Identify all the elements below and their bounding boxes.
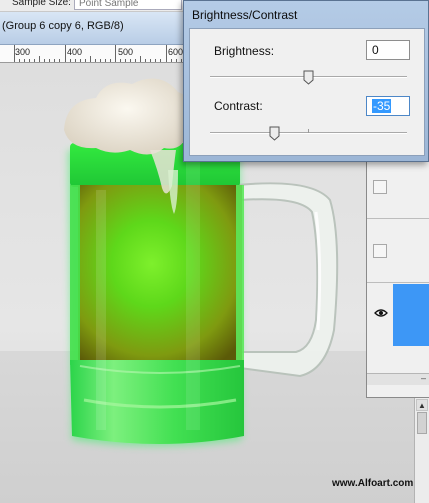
- layer-visibility-toggle[interactable]: [373, 180, 387, 194]
- contrast-slider[interactable]: [210, 129, 407, 134]
- ruler-label: 400: [67, 47, 83, 57]
- ruler-tick: [104, 59, 106, 62]
- document-title: (Group 6 copy 6, RGB/8): [2, 20, 124, 32]
- ruler-tick: [39, 56, 41, 62]
- ruler-tick: [135, 59, 137, 62]
- ruler-tick: [14, 45, 15, 62]
- contrast-input[interactable]: -35: [366, 96, 410, 116]
- ruler-tick: [29, 59, 31, 62]
- ruler-tick: [165, 45, 167, 62]
- ruler-tick: [24, 59, 26, 62]
- ruler-tick: [115, 45, 116, 62]
- eye-icon[interactable]: [373, 308, 388, 320]
- sample-size-label: Sample Size:: [12, 0, 71, 8]
- ruler-tick: [94, 59, 96, 62]
- ruler-tick: [125, 59, 127, 62]
- ruler-tick: [145, 59, 147, 62]
- brightness-input[interactable]: 0: [366, 40, 410, 60]
- ruler-tick: [99, 59, 101, 62]
- ruler-tick: [69, 59, 71, 62]
- ruler-tick: [140, 56, 142, 62]
- scrollbar-thumb[interactable]: [417, 412, 427, 434]
- ruler-label: 300: [15, 47, 31, 57]
- layers-panel: –: [366, 158, 429, 398]
- ruler-tick: [130, 59, 132, 62]
- ruler-tick: [79, 59, 81, 62]
- ruler-tick: [170, 59, 172, 62]
- ruler-label: 500: [118, 47, 134, 57]
- contrast-slider-thumb[interactable]: [269, 126, 280, 141]
- brightness-label: Brightness:: [214, 44, 275, 58]
- ruler-tick: [84, 59, 86, 62]
- ruler-tick: [49, 59, 51, 62]
- vertical-scrollbar[interactable]: ▲: [414, 398, 429, 503]
- ruler-tick: [120, 59, 122, 62]
- ruler-tick: [54, 59, 56, 62]
- watermark-text: www.Alfoart.com: [332, 478, 414, 489]
- ruler-tick: [19, 59, 21, 62]
- ruler-tick: [109, 59, 111, 62]
- brightness-slider-thumb[interactable]: [303, 70, 314, 85]
- contrast-value-selection: -35: [372, 99, 392, 113]
- scroll-right-arrow-icon[interactable]: –: [421, 373, 426, 383]
- dialog-title: Brightness/Contrast: [192, 8, 298, 22]
- layer-row[interactable]: [367, 218, 429, 219]
- ruler-tick: [155, 59, 157, 62]
- layer-row[interactable]: [367, 282, 429, 283]
- brightness-contrast-dialog: Brightness/Contrast Brightness: 0 Contra…: [183, 0, 429, 162]
- ruler-tick: [150, 59, 152, 62]
- layer-visibility-toggle[interactable]: [373, 244, 387, 258]
- ruler-tick: [89, 56, 91, 62]
- scroll-up-arrow-icon[interactable]: ▲: [416, 399, 428, 411]
- contrast-label: Contrast:: [214, 99, 263, 113]
- ruler-tick: [180, 59, 182, 62]
- ruler-tick: [175, 59, 177, 62]
- ruler-label: 600: [168, 47, 184, 57]
- ruler-tick: [160, 59, 162, 62]
- ruler-tick: [34, 59, 36, 62]
- sample-size-select[interactable]: Point Sample: [74, 0, 182, 10]
- selected-layer-thumbnail[interactable]: [393, 284, 429, 346]
- ruler-tick: [44, 59, 46, 62]
- slider-center-mark: [308, 129, 309, 133]
- dialog-body: Brightness: 0 Contrast: -35: [189, 28, 425, 156]
- layers-scrollbar[interactable]: –: [367, 373, 429, 385]
- ruler-tick: [64, 45, 66, 62]
- ruler-tick: [59, 59, 61, 62]
- ruler-tick: [74, 59, 76, 62]
